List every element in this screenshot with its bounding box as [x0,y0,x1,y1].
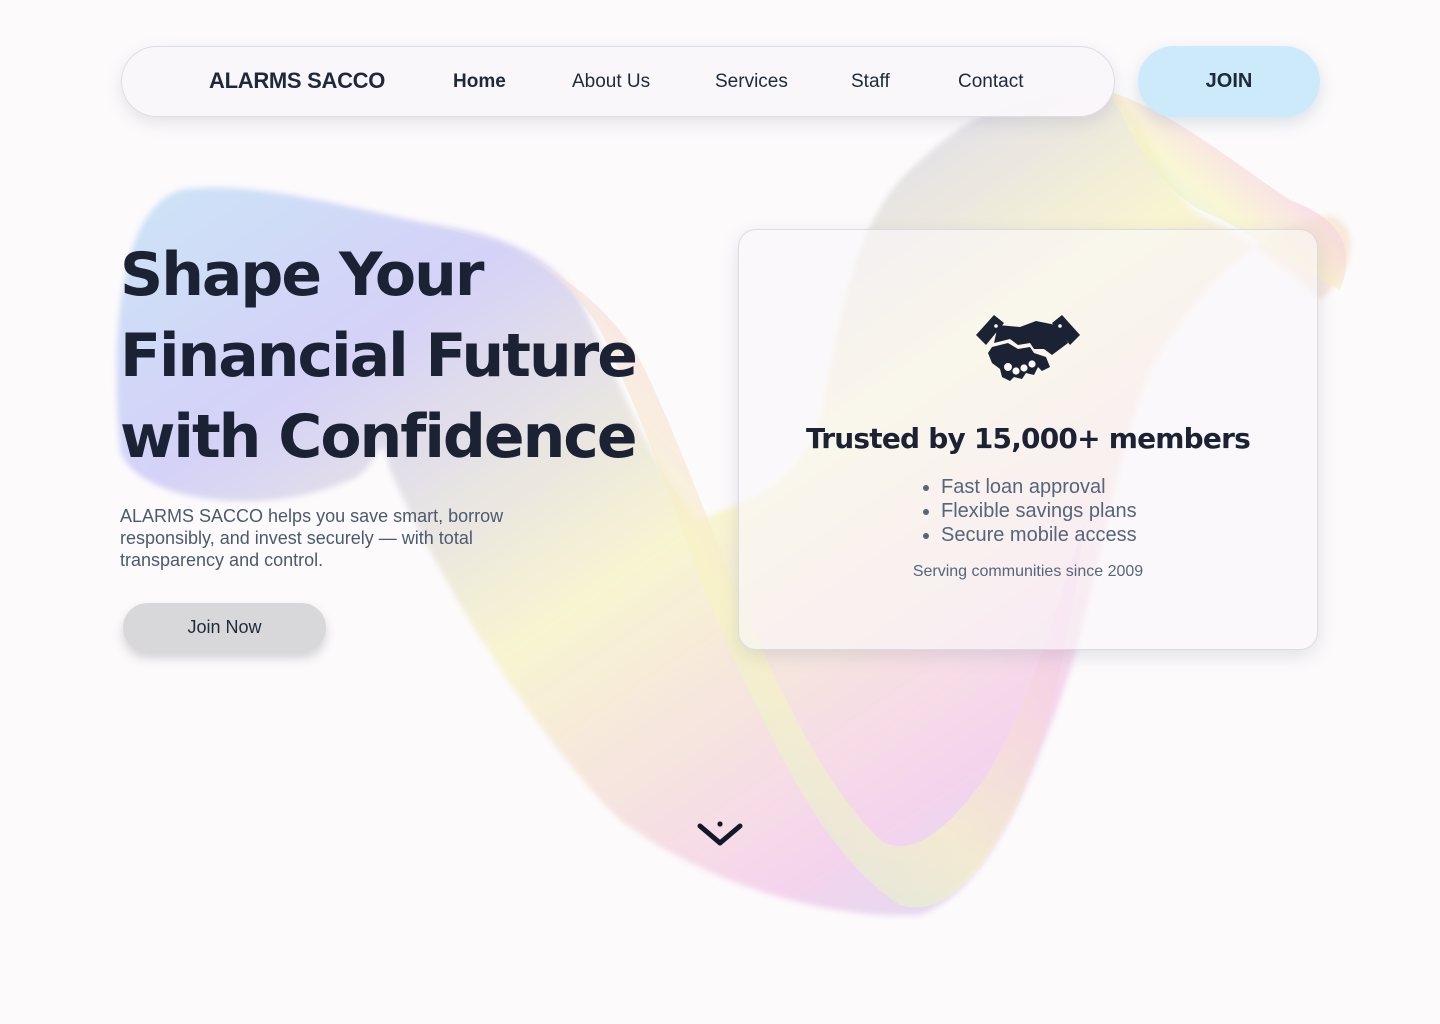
hero-description: ALARMS SACCO helps you save smart, borro… [120,506,504,570]
chevron-down-icon[interactable] [694,816,746,852]
main-navigation: ALARMS SACCO Home About Us Services Staf… [121,46,1115,117]
feature-list: Fast loan approval Flexible savings plan… [921,475,1137,547]
card-footnote: Serving communities since 2009 [912,563,1144,580]
landing-page: ALARMS SACCO Home About Us Services Staf… [0,0,1440,1024]
hero-title-line: Shape Your [120,240,484,310]
hero-title-line: with Confidence [120,402,638,472]
feature-item: Fast loan approval [941,475,1137,499]
hero-title-line: Financial Future [120,321,638,391]
hero-title: Shape Your Financial Future with Confide… [120,235,680,478]
nav-link-about-us[interactable]: About Us [572,71,650,93]
nav-link-home[interactable]: Home [453,71,506,93]
nav-link-staff[interactable]: Staff [851,71,890,93]
feature-item: Secure mobile access [941,523,1137,547]
brand-logo[interactable]: ALARMS SACCO [209,68,385,94]
feature-item: Flexible savings plans [941,499,1137,523]
handshake-icon [976,315,1080,381]
join-button[interactable]: JOIN [1138,46,1320,117]
join-now-button[interactable]: Join Now [123,603,326,652]
card-title: Trusted by 15,000+ members [806,422,1251,455]
nav-link-services[interactable]: Services [715,71,788,93]
trust-card: Trusted by 15,000+ members Fast loan app… [738,229,1318,650]
nav-link-contact[interactable]: Contact [958,71,1023,93]
